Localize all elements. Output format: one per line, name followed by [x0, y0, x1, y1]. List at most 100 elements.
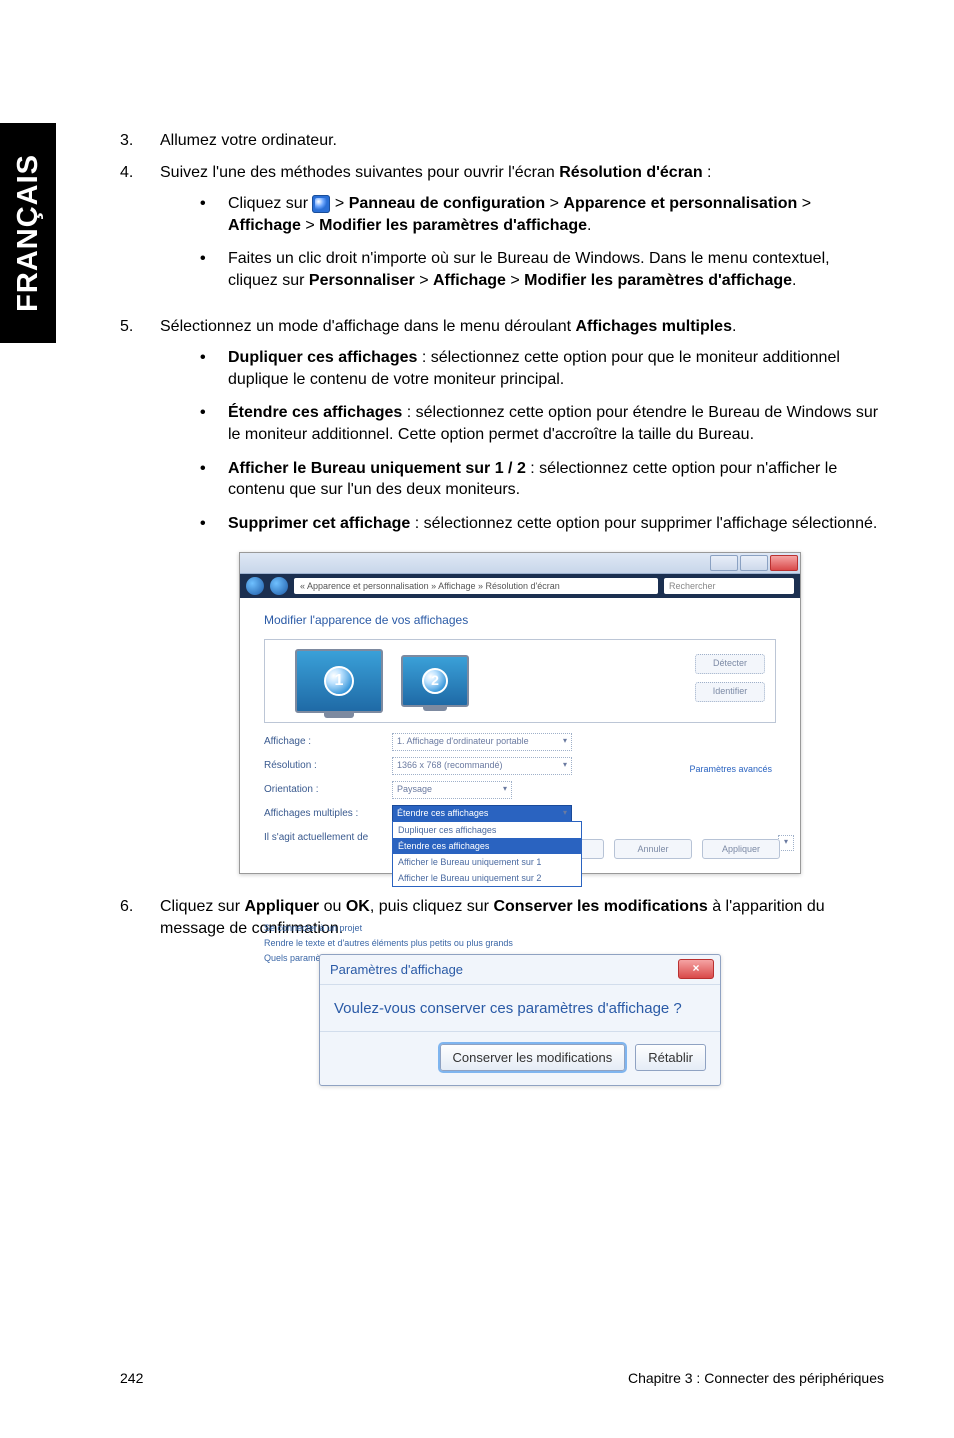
apply-button[interactable]: Appliquer	[702, 839, 780, 859]
close-button[interactable]	[770, 555, 798, 571]
text: >	[301, 217, 319, 234]
bold: Étendre ces affichages	[228, 404, 402, 421]
select-value: 1366 x 768 (recommandé)	[397, 759, 503, 771]
text: : sélectionnez cette option pour supprim…	[410, 515, 877, 532]
item-5-option-3: Afficher le Bureau uniquement sur 1 / 2 …	[228, 458, 880, 501]
text: >	[545, 195, 563, 212]
multi-display-label: Affichages multiples :	[264, 807, 384, 821]
dialog-body: Voulez-vous conserver ces paramètres d'a…	[320, 985, 720, 1025]
text: Cliquez sur	[228, 195, 312, 212]
orientation-label: Orientation :	[264, 783, 384, 797]
close-button[interactable]: ×	[678, 959, 714, 979]
bold: Afficher le Bureau uniquement sur 1 / 2	[228, 460, 526, 477]
bullet-icon: •	[200, 347, 228, 390]
window-controls	[710, 555, 798, 571]
item-5-option-1: Dupliquer ces affichages : sélectionnez …	[228, 347, 880, 390]
text: Sélectionnez un mode d'affichage dans le…	[160, 318, 576, 335]
page-number: 242	[120, 1370, 143, 1386]
detect-button[interactable]: Détecter	[695, 654, 765, 674]
help-link[interactable]: Rendre le texte et d'autres éléments plu…	[264, 937, 776, 949]
select-value: 1. Affichage d'ordinateur portable	[397, 735, 529, 747]
bullet-icon: •	[200, 513, 228, 535]
help-link[interactable]: Se connecter à un projet	[264, 922, 776, 934]
bold: Dupliquer ces affichages	[228, 349, 417, 366]
language-tab-label: FRANÇAIS	[12, 154, 45, 312]
text: .	[732, 318, 736, 335]
dropdown-option[interactable]: Dupliquer ces affichages	[393, 822, 581, 838]
text: >	[330, 195, 348, 212]
page-footer: 242 Chapitre 3 : Connecter des périphéri…	[120, 1370, 884, 1386]
list-number-3: 3.	[120, 130, 160, 152]
item-5-option-2: Étendre ces affichages : sélectionnez ce…	[228, 402, 880, 445]
chevron-down-icon: ▾	[563, 808, 567, 819]
language-side-tab: FRANÇAIS	[0, 123, 56, 343]
text: .	[587, 217, 591, 234]
bold: Personnaliser	[309, 272, 415, 289]
display-select[interactable]: 1. Affichage d'ordinateur portable ▾	[392, 733, 572, 751]
bold: Modifier les paramètres d'affichage	[319, 217, 587, 234]
bold: Panneau de configuration	[349, 195, 545, 212]
bold: Supprimer cet affichage	[228, 515, 410, 532]
minimize-button[interactable]	[710, 555, 738, 571]
resolution-select[interactable]: 1366 x 768 (recommandé) ▾	[392, 757, 572, 775]
multi-display-dropdown: Dupliquer ces affichages Étendre ces aff…	[392, 821, 582, 888]
item-3-text: Allumez votre ordinateur.	[160, 130, 880, 152]
monitor-1-number: 1	[324, 666, 354, 696]
resolution-label: Résolution :	[264, 759, 384, 773]
back-button-icon[interactable]	[246, 577, 264, 595]
item-5-intro: Sélectionnez un mode d'affichage dans le…	[160, 316, 880, 338]
list-number-6: 6.	[120, 896, 160, 1086]
text: .	[792, 272, 796, 289]
windows-start-icon	[312, 195, 330, 213]
page-content: 3. Allumez votre ordinateur. 4. Suivez l…	[120, 130, 880, 1096]
bold: Modifier les paramètres d'affichage	[524, 272, 792, 289]
dropdown-option[interactable]: Afficher le Bureau uniquement sur 1	[393, 854, 581, 870]
chevron-down-icon: ▾	[503, 784, 507, 795]
chapter-title: Chapitre 3 : Connecter des périphériques	[628, 1370, 884, 1386]
maximize-button[interactable]	[740, 555, 768, 571]
screenshot-display-settings: « Apparence et personnalisation » Affich…	[239, 552, 801, 874]
text: Suivez l'une des méthodes suivantes pour…	[160, 164, 559, 181]
chevron-down-icon: ▾	[563, 736, 567, 747]
text: >	[797, 195, 811, 212]
panel-heading: Modifier l'apparence de vos affichages	[264, 612, 776, 628]
text: >	[506, 272, 524, 289]
select-value: Paysage	[397, 783, 432, 795]
revert-button[interactable]: Rétablir	[635, 1044, 706, 1072]
dialog-title: Paramètres d'affichage ×	[320, 955, 720, 986]
monitor-2-number: 2	[422, 668, 448, 694]
list-number-5: 5.	[120, 316, 160, 875]
advanced-settings-link[interactable]: Paramètres avancés	[689, 763, 772, 775]
chevron-down-icon: ▾	[563, 760, 567, 771]
dropdown-option[interactable]: Afficher le Bureau uniquement sur 2	[393, 870, 581, 886]
text: >	[415, 272, 433, 289]
text: :	[703, 164, 712, 181]
list-number-4: 4.	[120, 162, 160, 304]
bold: Affichage	[228, 217, 301, 234]
screenshot-confirm-dialog: Paramètres d'affichage × Voulez-vous con…	[319, 954, 721, 1087]
bullet-icon: •	[200, 402, 228, 445]
orientation-select[interactable]: Paysage ▾	[392, 781, 512, 799]
item-4-intro: Suivez l'une des méthodes suivantes pour…	[160, 162, 880, 184]
search-input[interactable]: Rechercher	[664, 578, 794, 594]
bold: Affichages multiples	[576, 318, 732, 335]
bullet-icon: •	[200, 248, 228, 291]
identify-button[interactable]: Identifier	[695, 682, 765, 702]
item-4-bullet-2: Faites un clic droit n'importe où sur le…	[228, 248, 880, 291]
breadcrumb[interactable]: « Apparence et personnalisation » Affich…	[294, 578, 658, 594]
bold: Résolution d'écran	[559, 164, 702, 181]
monitor-1-icon[interactable]: 1	[295, 649, 383, 713]
dropdown-option-selected[interactable]: Étendre ces affichages	[393, 838, 581, 854]
window-titlebar	[240, 553, 800, 574]
keep-changes-button[interactable]: Conserver les modifications	[440, 1044, 626, 1072]
dialog-title-text: Paramètres d'affichage	[330, 962, 463, 977]
cancel-button[interactable]: Annuler	[614, 839, 692, 859]
select-value: Étendre ces affichages	[397, 807, 488, 819]
bullet-icon: •	[200, 458, 228, 501]
forward-button-icon[interactable]	[270, 577, 288, 595]
monitor-2-icon[interactable]: 2	[401, 655, 469, 707]
bullet-icon: •	[200, 193, 228, 236]
text: Cliquez sur	[160, 898, 244, 915]
display-label: Affichage :	[264, 735, 384, 749]
address-bar: « Apparence et personnalisation » Affich…	[240, 574, 800, 598]
